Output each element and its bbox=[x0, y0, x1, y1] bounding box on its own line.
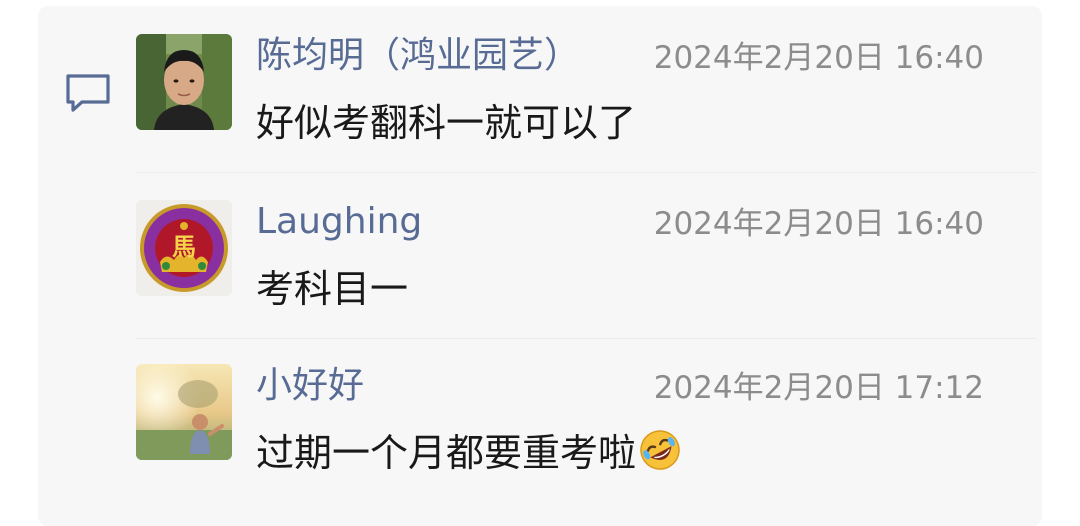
comment-time: 2024年2月20日 16:40 bbox=[653, 40, 984, 76]
commenter-name[interactable]: 陈均明（鸿业园艺） bbox=[256, 34, 580, 78]
rolling-on-floor-laughing-emoji-icon bbox=[638, 428, 682, 484]
ma-character-medallion-avatar[interactable]: 馬 bbox=[136, 200, 232, 296]
comment-item[interactable]: 陈均明（鸿业园艺） 2024年2月20日 16:40 好似考翻科一就可以了 bbox=[136, 34, 996, 154]
comment-text: 过期一个月都要重考啦 bbox=[256, 428, 682, 484]
divider bbox=[136, 338, 1036, 339]
comment-time: 2024年2月20日 17:12 bbox=[653, 370, 984, 406]
comment-icon bbox=[64, 72, 112, 116]
comment-text-content: 过期一个月都要重考啦 bbox=[256, 431, 637, 475]
avatar-glyph: 馬 bbox=[172, 233, 196, 261]
child-sunset-photo-avatar[interactable] bbox=[136, 364, 232, 460]
commenter-name[interactable]: Laughing bbox=[256, 200, 422, 244]
commenter-name[interactable]: 小好好 bbox=[256, 364, 364, 408]
comment-item[interactable]: 馬 Laughing 2024年2月20日 16:40 考科目一 bbox=[136, 200, 996, 320]
comment-item[interactable]: 小好好 2024年2月20日 17:12 过期一个月都要重考啦 bbox=[136, 364, 996, 494]
comment-text: 好似考翻科一就可以了 bbox=[256, 101, 637, 145]
comment-text: 考科目一 bbox=[256, 267, 409, 311]
divider bbox=[136, 172, 1036, 173]
man-photo-avatar[interactable] bbox=[136, 34, 232, 130]
comment-time: 2024年2月20日 16:40 bbox=[653, 206, 984, 242]
